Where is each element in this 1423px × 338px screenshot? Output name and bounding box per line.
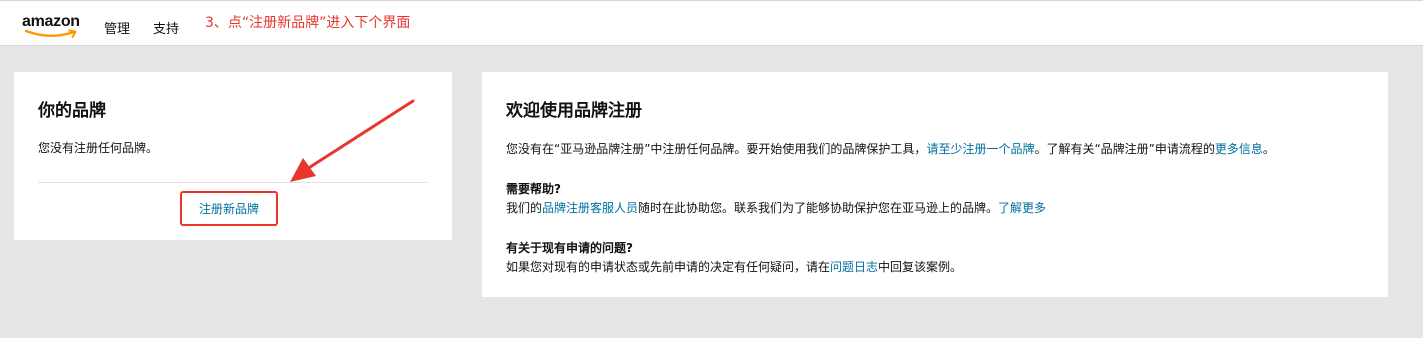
top-navigation-bar: amazon 管理 支持 3、点“注册新品牌”进入下个界面: [0, 0, 1423, 46]
welcome-card: 欢迎使用品牌注册 您没有在“亚马逊品牌注册”中注册任何品牌。要开始使用我们的品牌…: [482, 72, 1388, 297]
intro-paragraph: 您没有在“亚马逊品牌注册”中注册任何品牌。要开始使用我们的品牌保护工具，请至少注…: [506, 140, 1275, 157]
welcome-title: 欢迎使用品牌注册: [506, 101, 642, 121]
intro-text-3: 。: [1262, 142, 1275, 156]
intro-text-2: 。了解有关“品牌注册”申请流程的: [1034, 142, 1215, 156]
issue-text-2: 中回复该案例。: [878, 260, 963, 274]
amazon-logo[interactable]: amazon: [22, 14, 86, 40]
intro-text-1: 您没有在“亚马逊品牌注册”中注册任何品牌。要开始使用我们的品牌保护工具，: [506, 142, 927, 156]
help-paragraph: 我们的品牌注册客服人员随时在此协助您。联系我们为了能够协助保护您在亚马逊上的品牌…: [506, 199, 1046, 216]
your-brands-title: 你的品牌: [38, 101, 106, 121]
help-text-1: 我们的: [506, 201, 543, 215]
help-text-2: 随时在此协助您。联系我们为了能够协助保护您在亚马逊上的品牌。: [638, 201, 999, 215]
issue-text-1: 如果您对现有的申请状态或先前申请的决定有任何疑问，请在: [506, 260, 831, 274]
nav-manage[interactable]: 管理: [104, 18, 130, 37]
more-info-link[interactable]: 更多信息: [1215, 142, 1263, 156]
card-divider: [38, 182, 428, 183]
amazon-smile-icon: [24, 29, 77, 38]
case-log-link[interactable]: 问题日志: [830, 260, 878, 274]
need-help-heading: 需要帮助?: [506, 182, 561, 196]
register-at-least-one-link[interactable]: 请至少注册一个品牌: [926, 142, 1034, 156]
existing-application-paragraph: 如果您对现有的申请状态或先前申请的决定有任何疑问，请在问题日志中回复该案例。: [506, 258, 962, 275]
nav-support[interactable]: 支持: [153, 18, 179, 37]
register-new-brand-button[interactable]: 注册新品牌: [180, 191, 278, 226]
brand-registry-support-link[interactable]: 品牌注册客服人员: [542, 201, 638, 215]
your-brands-card: 你的品牌 您没有注册任何品牌。 注册新品牌: [14, 72, 452, 240]
existing-application-heading: 有关于现有申请的问题?: [506, 241, 633, 255]
register-new-brand-link[interactable]: 注册新品牌: [199, 200, 259, 217]
tutorial-annotation: 3、点“注册新品牌”进入下个界面: [205, 15, 411, 31]
learn-more-link[interactable]: 了解更多: [998, 201, 1046, 215]
no-brands-text: 您没有注册任何品牌。: [38, 141, 159, 155]
